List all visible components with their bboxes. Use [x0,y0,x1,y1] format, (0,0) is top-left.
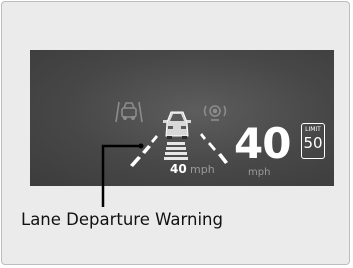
right-lane-marker [200,133,228,164]
callout-caption: Lane Departure Warning [21,210,223,229]
current-speed-unit: mph [248,167,271,178]
speed-limit-value: 50 [303,134,323,152]
set-speed-unit: mph [190,163,215,176]
speed-limit-sign: LIMIT 50 [301,123,325,159]
center-lane-markers [164,142,188,160]
current-speed-value: 40 [234,119,291,168]
set-speed-value: 40 [170,162,187,176]
left-lane-marker [130,135,158,167]
instrument-display: 40 mph 40 mph LIMIT 50 [30,50,334,186]
vehicle-ahead-icon [163,111,191,139]
lane-keeping-assist-icon [115,101,143,123]
speed-limit-label: LIMIT [305,126,321,133]
adaptive-cruise-control-icon [203,105,227,121]
